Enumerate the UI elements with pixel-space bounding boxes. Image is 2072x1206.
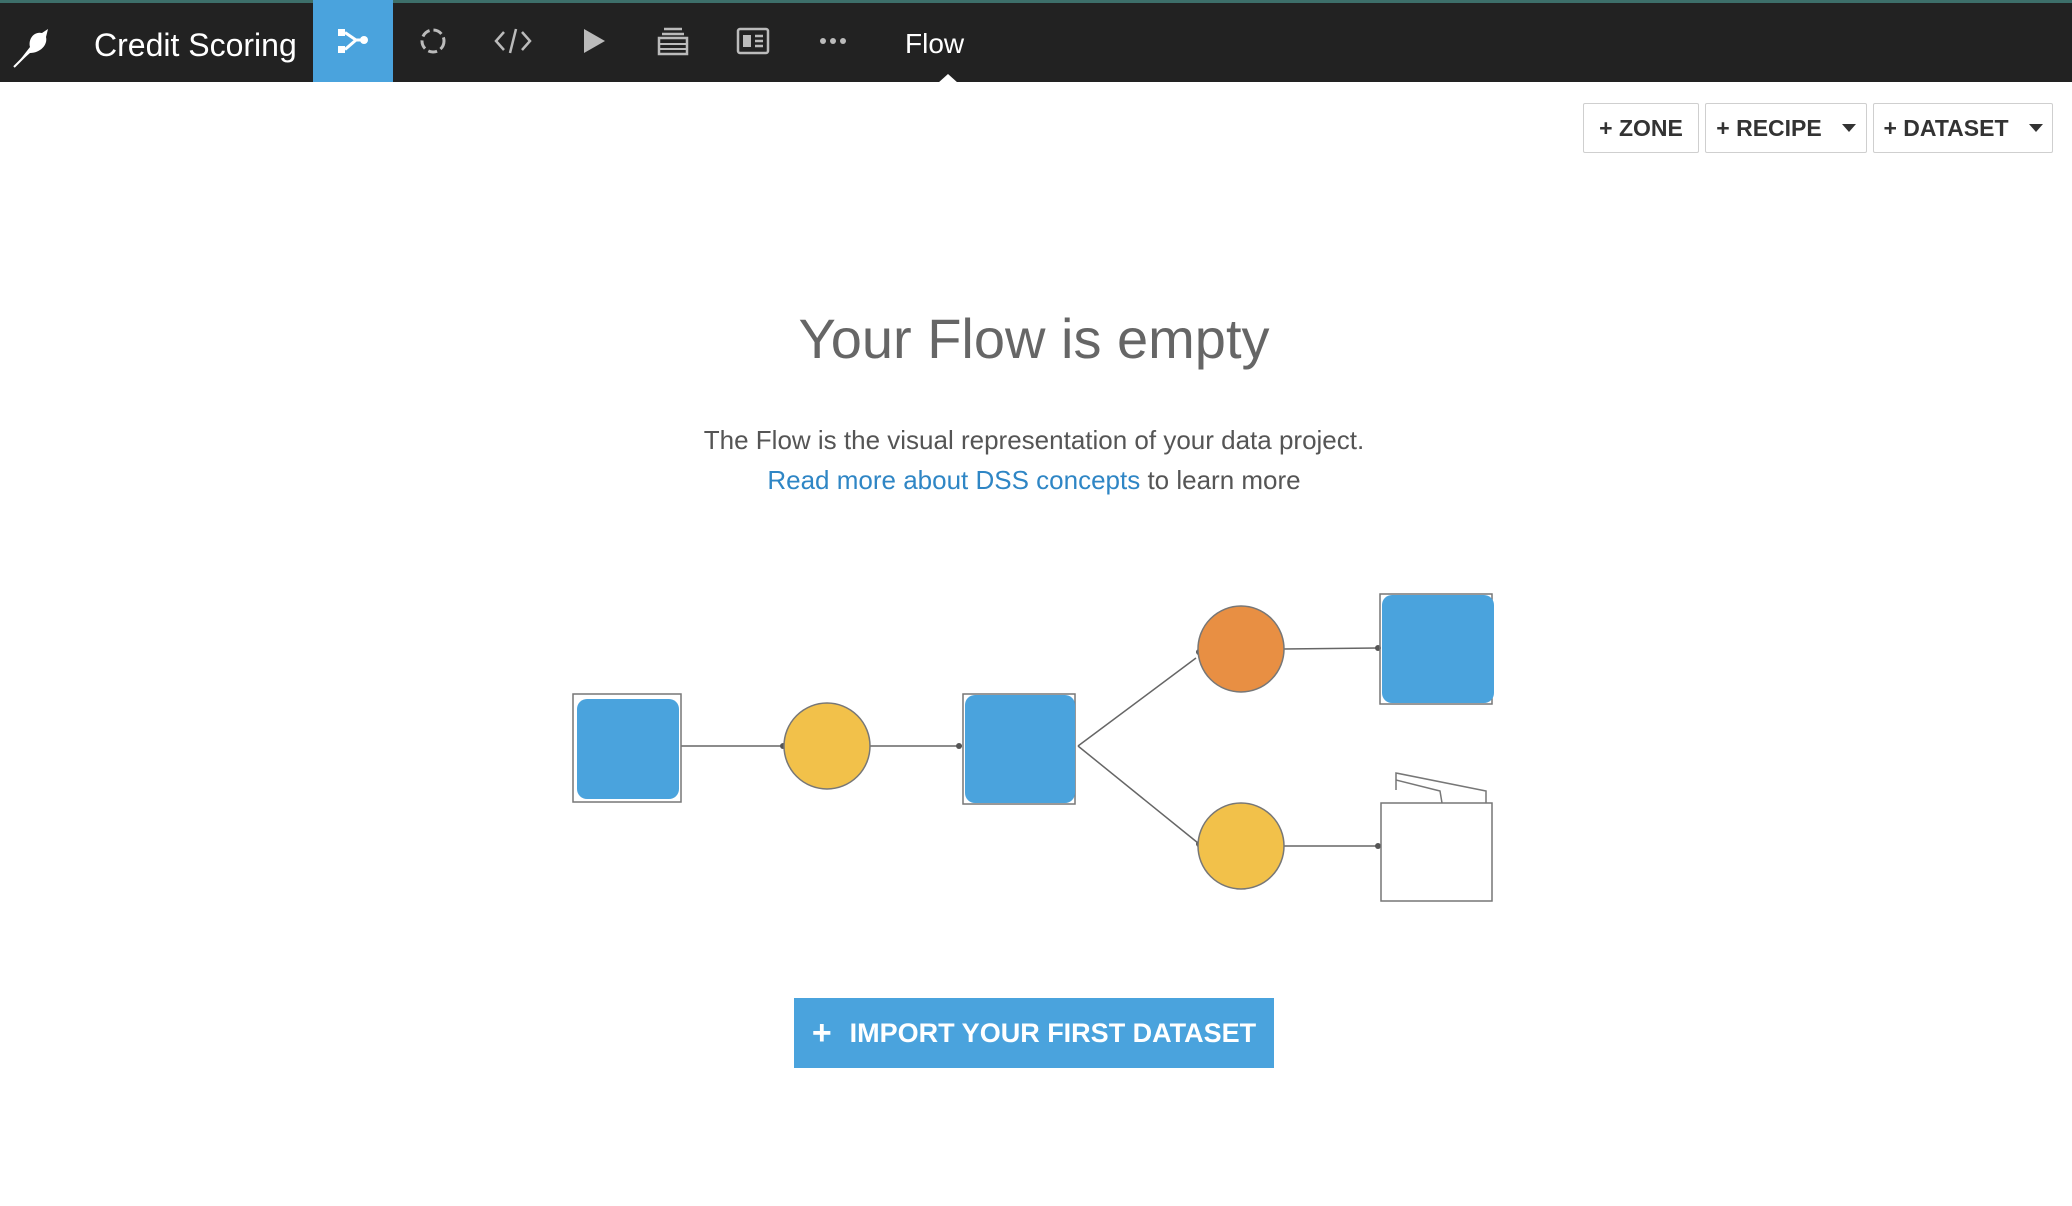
wiki-icon — [657, 27, 689, 56]
recipe-node-3 — [1197, 802, 1285, 890]
add-zone-label: + ZONE — [1599, 114, 1683, 141]
recipe-node-2 — [1197, 605, 1285, 693]
run-icon — [584, 29, 605, 53]
folder-node — [1380, 772, 1493, 902]
nav-code-button[interactable] — [473, 0, 553, 82]
chevron-down-icon — [1841, 124, 1856, 132]
nav-wiki-button[interactable] — [633, 0, 713, 82]
nav-run-button[interactable] — [553, 0, 633, 82]
more-icon — [820, 38, 846, 44]
chevron-down-icon — [2028, 124, 2043, 132]
description-link-line: Read more about DSS concepts to learn mo… — [0, 460, 2068, 500]
add-dataset-label: + DATASET — [1883, 114, 2009, 141]
nav-dashboard-button[interactable] — [713, 0, 793, 82]
flow-icon — [338, 29, 368, 53]
add-zone-button[interactable]: + ZONE — [1583, 103, 1699, 153]
plus-icon: + — [811, 1014, 832, 1052]
add-recipe-button[interactable]: + RECIPE — [1705, 103, 1867, 153]
add-dataset-button[interactable]: + DATASET — [1873, 103, 2053, 153]
description-text: The Flow is the visual representation of… — [703, 425, 1365, 455]
import-button-label: IMPORT YOUR FIRST DATASET — [849, 1017, 1257, 1048]
add-recipe-label: + RECIPE — [1716, 114, 1822, 141]
dashboard-icon — [736, 27, 770, 55]
code-icon — [494, 28, 532, 54]
top-navigation-bar: Credit Scoring Flow — [0, 0, 2072, 83]
recipe-node-1 — [783, 702, 871, 790]
project-name[interactable]: Credit Scoring — [94, 25, 297, 65]
lab-icon — [420, 28, 446, 54]
nav-more-button[interactable] — [793, 0, 873, 82]
current-section-title: Flow — [905, 28, 965, 59]
dss-concepts-link[interactable]: Read more about DSS concepts — [767, 465, 1140, 495]
import-first-dataset-button[interactable]: + IMPORT YOUR FIRST DATASET — [794, 998, 1274, 1068]
nav-lab-button[interactable] — [393, 0, 473, 82]
empty-flow-title: Your Flow is empty — [798, 307, 1270, 370]
nav-flow-button[interactable] — [313, 0, 393, 82]
link-suffix-text: to learn more — [1140, 465, 1301, 495]
bird-logo-icon[interactable] — [10, 21, 58, 69]
section-indicator-caret — [938, 74, 958, 83]
flow-illustration — [572, 593, 1494, 902]
empty-flow-description: The Flow is the visual representation of… — [0, 420, 2068, 500]
